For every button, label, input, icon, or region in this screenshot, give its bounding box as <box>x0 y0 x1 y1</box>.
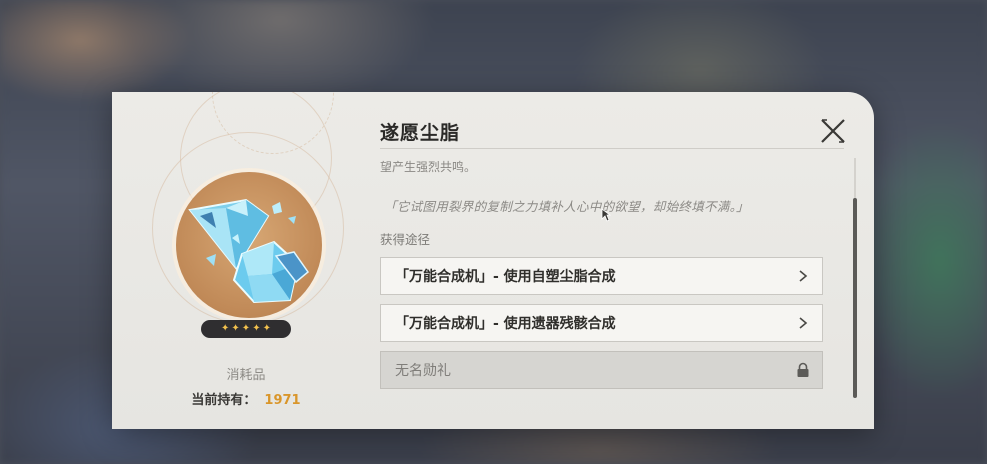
source-label: 「万能合成机」- 使用自塑尘脂合成 <box>395 269 616 285</box>
item-preview-panel: ✦ ✦ ✦ ✦ ✦ 消耗品 当前持有： 1971 <box>112 92 352 429</box>
rarity-stars: ✦ ✦ ✦ ✦ ✦ <box>201 320 291 338</box>
item-flavor-text: 「它试图用裂界的复制之力填补人心中的欲望，却始终填不满。」 <box>384 199 749 214</box>
source-label: 「万能合成机」- 使用遗器残骸合成 <box>395 316 616 332</box>
item-icon-frame <box>176 172 322 318</box>
item-description: 望产生强烈共鸣。 <box>380 160 477 174</box>
source-button-synth-relic[interactable]: 「万能合成机」- 使用遗器残骸合成 <box>380 304 823 342</box>
close-button[interactable] <box>814 112 852 150</box>
hold-count-row: 当前持有： 1971 <box>112 389 380 408</box>
crystal-item-icon <box>188 198 310 304</box>
source-button-synth-dust[interactable]: 「万能合成机」- 使用自塑尘脂合成 <box>380 257 823 295</box>
mouse-cursor-icon <box>601 208 611 222</box>
star-icon: ✦ <box>252 323 261 334</box>
star-icon: ✦ <box>231 323 240 334</box>
star-icon: ✦ <box>262 323 271 334</box>
hold-count: 1971 <box>264 393 301 408</box>
scrollbar-thumb[interactable] <box>853 198 857 398</box>
lock-icon <box>797 362 809 377</box>
hold-label: 当前持有： <box>191 393 257 408</box>
source-button-nameless-honor: 无名勋礼 <box>380 351 823 389</box>
item-detail-dialog: ✦ ✦ ✦ ✦ ✦ 消耗品 当前持有： 1971 遂愿尘脂 望产生强烈共鸣。 「它… <box>112 92 874 429</box>
chevron-right-icon <box>799 317 808 329</box>
star-icon: ✦ <box>241 323 251 334</box>
item-type-label: 消耗品 <box>226 368 266 383</box>
item-title: 遂愿尘脂 <box>380 122 461 144</box>
star-icon: ✦ <box>221 323 230 334</box>
source-label: 无名勋礼 <box>395 363 451 379</box>
chevron-right-icon <box>799 270 808 282</box>
close-x-icon <box>821 119 845 143</box>
title-divider <box>380 148 844 149</box>
sources-heading: 获得途径 <box>380 232 431 247</box>
